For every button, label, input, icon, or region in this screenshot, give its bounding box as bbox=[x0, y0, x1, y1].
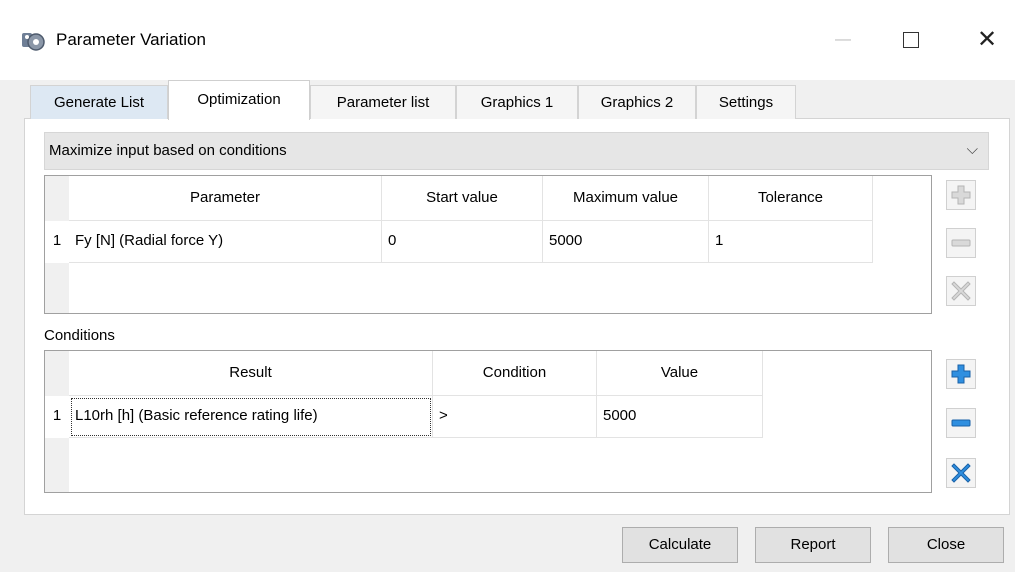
empty-row-header bbox=[45, 264, 69, 313]
conditions-table: Result Condition Value 1 L10rh [h] (Basi… bbox=[44, 350, 932, 493]
x-icon bbox=[951, 463, 971, 483]
column-header-start-value[interactable]: Start value bbox=[382, 176, 543, 221]
tab-optimization[interactable]: Optimization bbox=[168, 80, 310, 120]
column-header-tolerance[interactable]: Tolerance bbox=[709, 176, 873, 221]
window-title: Parameter Variation bbox=[56, 30, 206, 49]
tab-parameter-list[interactable]: Parameter list bbox=[310, 85, 456, 119]
value-cell[interactable]: 5000 bbox=[597, 396, 763, 438]
tab-settings[interactable]: Settings bbox=[696, 85, 796, 119]
row-number: 1 bbox=[45, 396, 69, 438]
maximize-button[interactable] bbox=[885, 20, 931, 60]
minus-icon bbox=[951, 239, 971, 247]
column-header-maximum-value[interactable]: Maximum value bbox=[543, 176, 709, 221]
remove-condition-button[interactable] bbox=[946, 408, 976, 438]
parameter-table: Parameter Start value Maximum value Tole… bbox=[44, 175, 932, 314]
parameter-cell[interactable]: Fy [N] (Radial force Y) bbox=[69, 221, 382, 263]
column-header-parameter[interactable]: Parameter bbox=[69, 176, 382, 221]
minus-icon bbox=[951, 419, 971, 427]
delete-parameter-button[interactable] bbox=[946, 276, 976, 306]
mode-select-value: Maximize input based on conditions bbox=[49, 142, 287, 159]
chevron-down-icon: ⌵ bbox=[966, 141, 978, 158]
tab-graphics-1[interactable]: Graphics 1 bbox=[456, 85, 578, 119]
remove-parameter-button[interactable] bbox=[946, 228, 976, 258]
app-icon bbox=[20, 28, 46, 54]
add-condition-button[interactable] bbox=[946, 359, 976, 389]
empty-row-header bbox=[45, 439, 69, 492]
calculate-button[interactable]: Calculate bbox=[622, 527, 738, 563]
report-button[interactable]: Report bbox=[755, 527, 871, 563]
column-header-value[interactable]: Value bbox=[597, 351, 763, 396]
column-header-result[interactable]: Result bbox=[69, 351, 433, 396]
add-parameter-button[interactable] bbox=[946, 180, 976, 210]
condition-cell[interactable]: > bbox=[433, 396, 597, 438]
close-button[interactable]: Close bbox=[888, 527, 1004, 563]
tolerance-cell[interactable]: 1 bbox=[709, 221, 873, 263]
x-icon bbox=[951, 281, 971, 301]
plus-icon bbox=[951, 364, 971, 384]
tab-generate-list[interactable]: Generate List bbox=[30, 85, 168, 119]
close-window-button[interactable]: ✕ bbox=[964, 20, 1010, 60]
conditions-label: Conditions bbox=[44, 327, 115, 344]
maximum-value-cell[interactable]: 5000 bbox=[543, 221, 709, 263]
minimize-button[interactable]: — bbox=[820, 20, 866, 60]
row-number: 1 bbox=[45, 221, 69, 263]
column-header-condition[interactable]: Condition bbox=[433, 351, 597, 396]
delete-condition-button[interactable] bbox=[946, 458, 976, 488]
start-value-cell[interactable]: 0 bbox=[382, 221, 543, 263]
plus-icon bbox=[951, 185, 971, 205]
result-cell[interactable]: L10rh [h] (Basic reference rating life) bbox=[69, 396, 433, 438]
optimization-mode-select[interactable]: Maximize input based on conditions ⌵ bbox=[44, 132, 989, 170]
maximize-icon bbox=[903, 32, 919, 48]
tab-graphics-2[interactable]: Graphics 2 bbox=[578, 85, 696, 119]
